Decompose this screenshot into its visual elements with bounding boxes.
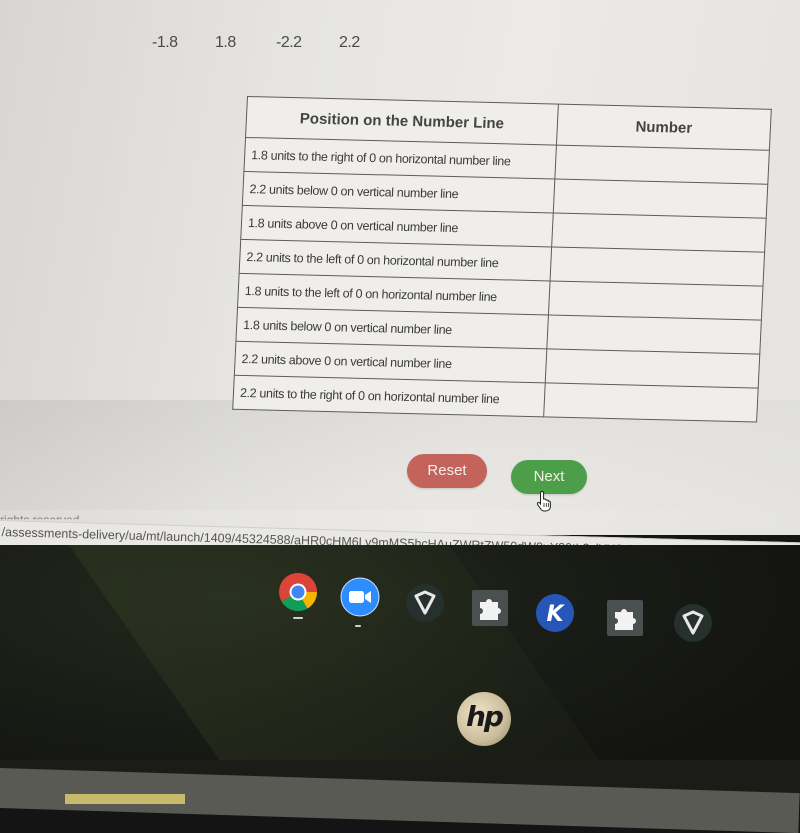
number-drop-zone[interactable] (543, 382, 759, 423)
answer-choice-tile[interactable]: -2.2 (276, 34, 339, 52)
svg-text:K: K (546, 602, 565, 627)
answer-choice-tile[interactable]: 2.2 (339, 34, 402, 52)
position-table-wrapper: Position on the Number Line Number 1.8 u… (232, 96, 772, 423)
number-drop-zone[interactable] (550, 246, 765, 287)
chrome-icon[interactable] (278, 572, 318, 612)
column-header-number: Number (556, 104, 772, 151)
hand-pointer-cursor-icon (536, 490, 554, 512)
position-cell: 2.2 units to the right of 0 on horizonta… (232, 375, 546, 417)
os-shelf: K (260, 566, 760, 642)
number-drop-zone[interactable] (546, 314, 762, 355)
position-table: Position on the Number Line Number 1.8 u… (232, 96, 772, 423)
k-letter-icon[interactable]: K (535, 593, 575, 633)
brand-logo-text: hp (466, 700, 504, 733)
shield-icon[interactable] (405, 583, 445, 623)
zoom-video-icon[interactable] (340, 577, 380, 617)
answer-choice-tile[interactable]: 1.8 (215, 34, 276, 52)
answer-choices: -1.8 1.8 -2.2 2.2 (152, 34, 402, 52)
hp-logo-icon: hp (457, 692, 511, 746)
number-drop-zone[interactable] (545, 348, 760, 389)
running-indicator (293, 617, 303, 619)
laptop-bottom-edge (0, 760, 800, 833)
reset-button[interactable]: Reset (407, 454, 487, 488)
puzzle-piece-icon[interactable] (605, 598, 645, 638)
next-button[interactable]: Next (511, 460, 587, 494)
number-drop-zone[interactable] (548, 280, 763, 321)
answer-choice-tile[interactable]: -1.8 (152, 34, 215, 52)
puzzle-piece-icon[interactable] (470, 588, 510, 628)
number-drop-zone[interactable] (551, 213, 767, 253)
running-indicator (355, 625, 361, 627)
desk-object (65, 794, 185, 804)
number-drop-zone[interactable] (553, 179, 768, 219)
number-drop-zone[interactable] (554, 145, 770, 185)
shield-icon[interactable] (673, 603, 713, 643)
screen: -1.8 1.8 -2.2 2.2 Position on the Number… (0, 0, 800, 535)
